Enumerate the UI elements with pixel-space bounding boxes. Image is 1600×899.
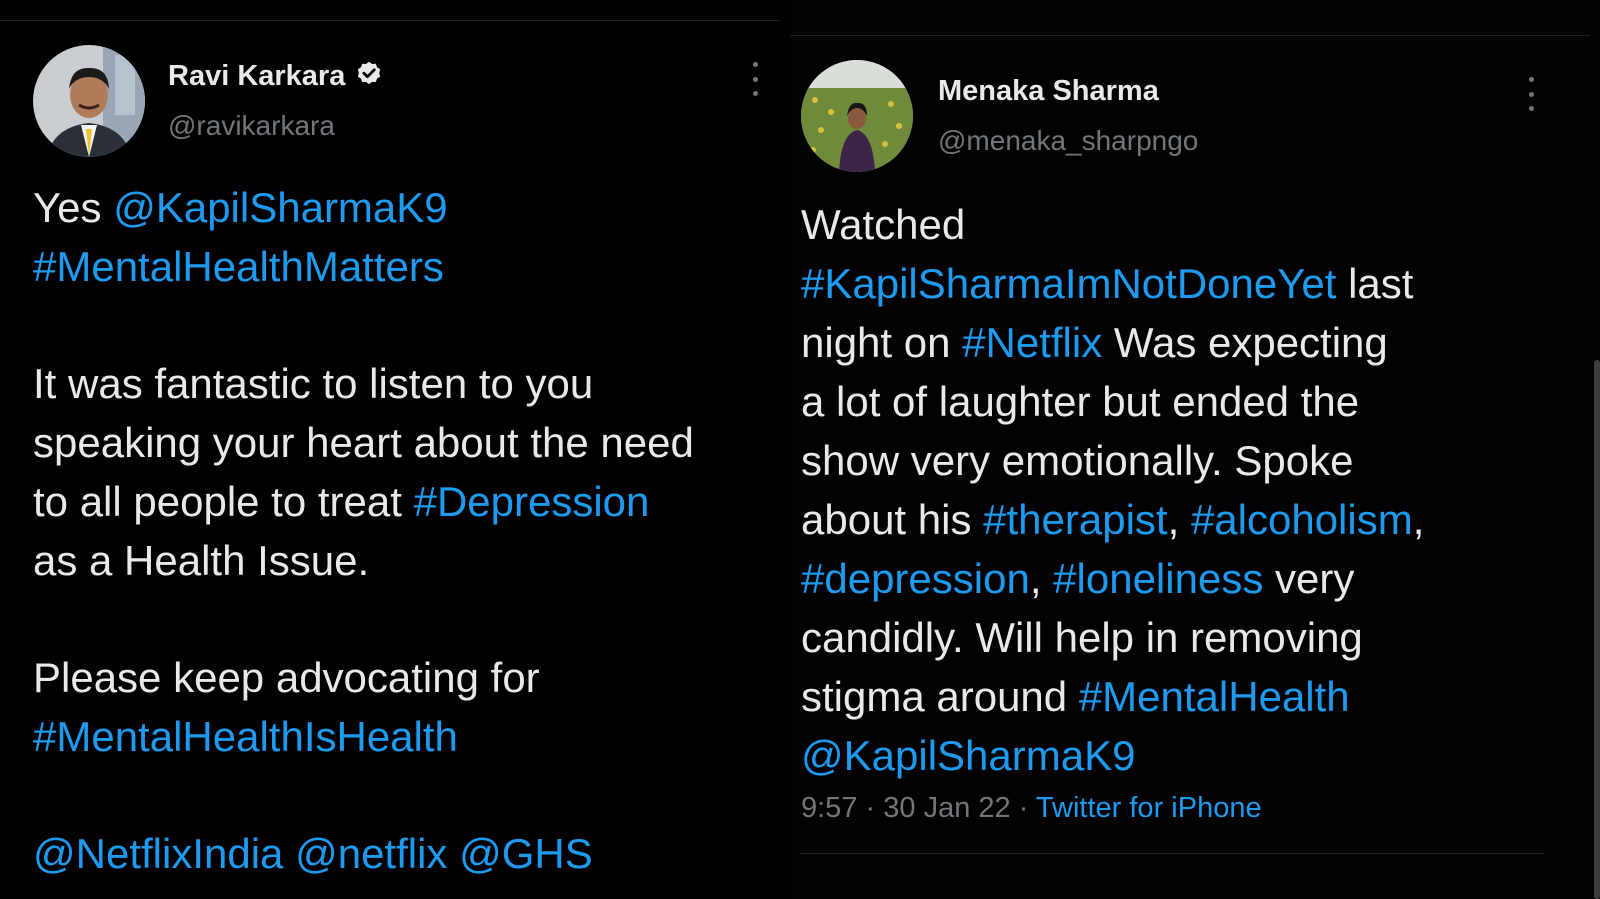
text-segment: night on — [801, 319, 963, 366]
text-segment: speaking your heart about the need — [33, 419, 694, 466]
tweet-meta: 9:57 · 30 Jan 22 · Twitter for iPhone — [801, 792, 1262, 825]
meta-separator: · — [865, 792, 876, 824]
text-line: show very emotionally. Spoke — [801, 431, 1424, 490]
avatar-menaka-sharma[interactable] — [801, 60, 913, 172]
hashtag-link[interactable]: #MentalHealthMatters — [33, 243, 444, 290]
more-options-icon[interactable] — [1521, 77, 1541, 111]
text-segment: as a Health Issue. — [33, 537, 370, 584]
text-line: to all people to treat #Depression — [33, 472, 694, 531]
text-line: #KapilSharmaImNotDoneYet last — [801, 254, 1424, 313]
text-line: Yes @KapilSharmaK9 — [33, 178, 694, 237]
mention-link[interactable]: @NetflixIndia — [33, 830, 283, 877]
text-segment: last — [1336, 260, 1414, 307]
text-segment: very — [1263, 555, 1355, 602]
avatar-image — [801, 60, 913, 172]
text-segment: Please keep advocating for — [33, 654, 540, 701]
text-segment: about his — [801, 496, 984, 543]
text-line: about his #therapist, #alcoholism, — [801, 490, 1424, 549]
avatar-ravi-karkara[interactable] — [33, 45, 145, 157]
text-line: It was fantastic to listen to you — [33, 354, 694, 413]
tweet-card-right: Menaka Sharma @menaka_sharpngo Watched #K… — [790, 0, 1600, 899]
hashtag-link[interactable]: #depression — [801, 555, 1030, 602]
display-name[interactable]: Menaka Sharma — [938, 75, 1159, 108]
hashtag-link[interactable]: #MentalHealth — [1079, 673, 1350, 720]
tweet-time[interactable]: 9:57 — [801, 792, 857, 824]
text-line: #MentalHealthMatters — [33, 237, 694, 296]
text-segment: stigma around — [801, 673, 1079, 720]
tweet-body: Watched #KapilSharmaImNotDoneYet last nigh… — [801, 195, 1424, 785]
hashtag-link[interactable]: #Depression — [414, 478, 650, 525]
text-line: #MentalHealthIsHealth — [33, 707, 694, 766]
bottom-divider — [800, 853, 1545, 854]
text-segment: to all people to treat — [33, 478, 414, 525]
mention-link[interactable]: @KapilSharmaK9 — [113, 184, 447, 231]
text-line: night on #Netflix Was expecting — [801, 313, 1424, 372]
more-options-icon[interactable] — [745, 62, 765, 96]
mention-link[interactable]: @netflix — [295, 830, 447, 877]
mention-link[interactable]: @KapilSharmaK9 — [801, 732, 1135, 779]
text-line: candidly. Will help in removing — [801, 608, 1424, 667]
hashtag-link[interactable]: #Netflix — [962, 319, 1102, 366]
meta-separator: · — [1018, 792, 1029, 824]
text-line: speaking your heart about the need — [33, 413, 694, 472]
text-line: as a Health Issue. — [33, 531, 694, 590]
verified-badge-icon — [358, 61, 381, 85]
text-segment: candidly. Will help in removing — [801, 614, 1363, 661]
hashtag-link[interactable]: #MentalHealthIsHealth — [33, 713, 458, 760]
text-segment: , — [1167, 496, 1191, 543]
top-divider — [0, 20, 780, 21]
text-segment: , — [1029, 555, 1054, 602]
display-name-text: Ravi Karkara — [168, 60, 346, 92]
tweet-body: Yes @KapilSharmaK9 #MentalHealthMatters It… — [33, 178, 694, 883]
user-handle[interactable]: @ravikarkara — [168, 110, 335, 142]
text-segment: Watched — [801, 201, 966, 248]
display-name[interactable]: Ravi Karkara — [168, 60, 383, 93]
mention-link[interactable]: @GHS — [459, 830, 593, 877]
hashtag-link[interactable]: #therapist — [983, 496, 1167, 543]
text-segment — [447, 830, 459, 877]
text-line: a lot of laughter but ended the — [801, 372, 1424, 431]
text-segment: a lot of laughter but ended the — [801, 378, 1360, 425]
text-line: Watched — [801, 195, 1424, 254]
text-line: stigma around #MentalHealth — [801, 667, 1424, 726]
text-segment: It was fantastic to listen to you — [33, 360, 594, 407]
text-segment — [283, 830, 295, 877]
text-segment: , — [1412, 496, 1425, 543]
tweet-card-left: Ravi Karkara @ravikarkara Yes @KapilShar… — [0, 0, 790, 899]
tweet-date[interactable]: 30 Jan 22 — [883, 792, 1010, 824]
text-line: @KapilSharmaK9 — [801, 726, 1424, 785]
text-line: @NetflixIndia @netflix @GHS — [33, 824, 694, 883]
text-line: Please keep advocating for — [33, 648, 694, 707]
text-segment: show very emotionally. Spoke — [801, 437, 1354, 484]
text-segment: Yes — [33, 184, 114, 231]
scrollbar[interactable] — [1594, 360, 1600, 899]
hashtag-link[interactable]: #alcoholism — [1191, 496, 1413, 543]
text-segment: Was expecting — [1102, 319, 1388, 366]
top-divider — [790, 35, 1590, 36]
text-line: #depression, #loneliness very — [801, 549, 1424, 608]
user-handle[interactable]: @menaka_sharpngo — [938, 125, 1198, 157]
tweet-source-link[interactable]: Twitter for iPhone — [1036, 792, 1262, 824]
hashtag-link[interactable]: #loneliness — [1053, 555, 1263, 602]
avatar-image — [33, 45, 145, 157]
display-name-text: Menaka Sharma — [938, 75, 1159, 107]
hashtag-link[interactable]: #KapilSharmaImNotDoneYet — [801, 260, 1336, 307]
